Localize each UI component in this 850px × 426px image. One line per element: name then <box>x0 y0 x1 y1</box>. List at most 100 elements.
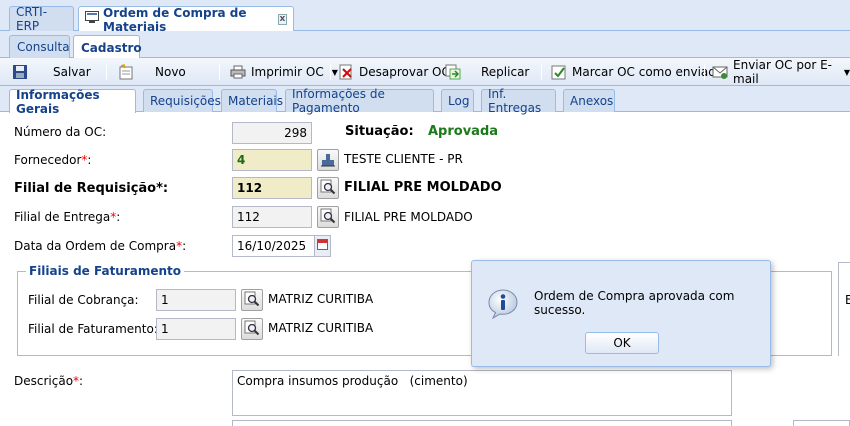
supplier-building-icon <box>320 151 336 170</box>
collection-branch-name: MATRIZ CURITIBA <box>268 292 374 306</box>
description-label: Descrição*: <box>14 374 83 388</box>
delivery-branch-code-field[interactable]: 112 <box>232 206 312 228</box>
toolbar-separator <box>330 64 331 80</box>
delivery-branch-lookup-button[interactable] <box>317 206 339 228</box>
tab-label: Anexos <box>570 94 614 108</box>
next-field-partial-right[interactable] <box>793 420 850 426</box>
window-tab-ordem-compra[interactable]: Ordem de Compra de Materiais x <box>78 5 294 34</box>
tab-log[interactable]: Log <box>441 89 474 112</box>
status-label: Situação: <box>345 124 414 139</box>
search-icon <box>244 291 260 310</box>
disapprove-oc-button[interactable]: Desaprovar OC <box>338 58 450 86</box>
delivery-branch-label: Filial de Entrega*: <box>14 210 120 224</box>
tab-label: Informações de Pagamento <box>292 87 385 115</box>
search-icon <box>320 208 336 227</box>
req-branch-label: Filial de Requisição*: <box>14 181 168 196</box>
replicate-button[interactable]: Replicar <box>445 58 529 86</box>
date-picker-button[interactable] <box>314 235 331 257</box>
save-label: Salvar <box>53 65 91 79</box>
tab-cadastro[interactable]: Cadastro <box>73 35 142 59</box>
tab-label: Consulta <box>17 40 70 54</box>
tab-informacoes-pagamento[interactable]: Informações de Pagamento <box>285 87 434 115</box>
tab-requisicoes[interactable]: Requisições <box>143 89 221 112</box>
cut-off-panel <box>838 262 850 356</box>
replicate-icon <box>445 64 461 80</box>
search-icon <box>320 179 336 198</box>
toolbar-separator <box>106 64 107 80</box>
mode-tab-bar: Consulta Cadastro <box>0 31 850 59</box>
supplier-label-text: Fornecedor <box>14 153 82 167</box>
collection-branch-label: Filial de Cobrança: <box>28 293 139 307</box>
mark-oc-sent-label: Marcar OC como enviada <box>572 65 724 79</box>
req-branch-lookup-button[interactable] <box>317 177 339 199</box>
oc-number-field[interactable]: 298 <box>232 122 312 144</box>
dropdown-arrow-icon[interactable]: ▼ <box>844 68 850 77</box>
toolbar-separator <box>219 64 220 80</box>
cut-off-label: E <box>845 293 850 307</box>
section-tab-bar: Informações Gerais Requisições Materiais… <box>0 86 850 116</box>
send-oc-email-label: Enviar OC por E-mail <box>733 58 832 86</box>
toolbar-separator <box>704 64 705 80</box>
description-label-text: Descrição <box>14 374 74 388</box>
supplier-name: TESTE CLIENTE - PR <box>344 152 463 166</box>
print-oc-label: Imprimir OC <box>251 65 324 79</box>
date-field[interactable]: 16/10/2025 <box>232 235 315 257</box>
supplier-code-field[interactable]: 4 <box>232 149 312 171</box>
billing-branches-group <box>17 271 472 356</box>
toolbar-separator <box>541 64 542 80</box>
next-field-partial[interactable] <box>232 420 732 426</box>
info-icon <box>487 288 519 320</box>
label-colon: : <box>79 374 84 388</box>
tab-label: Materiais <box>228 94 284 108</box>
window-tab-label: Ordem de Compra de Materiais <box>103 5 247 34</box>
req-branch-code-field[interactable]: 112 <box>232 177 312 199</box>
window-tab-bar: CRTI-ERP Ordem de Compra de Materiais x <box>0 0 850 34</box>
tab-label: Inf. Entregas <box>488 87 542 115</box>
search-icon <box>244 320 260 339</box>
mark-sent-icon <box>551 64 567 80</box>
collection-branch-code-field[interactable]: 1 <box>156 289 236 311</box>
window-tab-crti-erp[interactable]: CRTI-ERP <box>9 5 74 33</box>
new-label: Novo <box>155 65 186 79</box>
billing-branch-name: MATRIZ CURITIBA <box>268 321 374 335</box>
date-label: Data da Ordem de Compra*: <box>14 239 186 253</box>
new-button[interactable]: Novo <box>118 58 186 86</box>
mark-oc-sent-button[interactable]: Marcar OC como enviada <box>551 58 723 86</box>
billing-branch-code-field[interactable]: 1 <box>156 318 236 340</box>
close-tab-icon[interactable]: x <box>277 14 287 25</box>
email-icon <box>712 64 728 80</box>
delivery-branch-label-text: Filial de Entrega <box>14 210 111 224</box>
window-tab-label: CRTI-ERP <box>16 5 48 33</box>
tab-informacoes-gerais[interactable]: Informações Gerais <box>9 87 136 116</box>
collection-branch-lookup-button[interactable] <box>241 289 263 311</box>
send-oc-email-button[interactable]: Enviar OC por E-mail ▼ <box>712 58 850 86</box>
req-branch-name: FILIAL PRE MOLDADO <box>344 180 502 195</box>
supplier-label: Fornecedor*: <box>14 153 91 167</box>
tab-label: Informações Gerais <box>16 87 100 116</box>
billing-branch-lookup-button[interactable] <box>241 318 263 340</box>
tab-label: Requisições <box>150 94 221 108</box>
description-textarea[interactable]: Compra insumos produção (cimento) <box>232 370 732 416</box>
tab-materiais[interactable]: Materiais <box>221 89 283 112</box>
tab-anexos[interactable]: Anexos <box>563 89 615 112</box>
disapprove-oc-label: Desaprovar OC <box>359 65 450 79</box>
save-button[interactable]: Salvar <box>12 58 91 86</box>
new-document-icon <box>118 64 134 80</box>
replicate-label: Replicar <box>481 65 530 79</box>
print-oc-button[interactable]: Imprimir OC ▼ <box>230 58 338 86</box>
right-group-box <box>768 271 832 356</box>
tab-inf-entregas[interactable]: Inf. Entregas <box>481 87 556 115</box>
date-label-text: Data da Ordem de Compra <box>14 239 177 253</box>
oc-number-label: Número da OC: <box>14 125 107 139</box>
supplier-lookup-button[interactable] <box>317 149 339 171</box>
label-colon: : <box>182 239 187 253</box>
printer-icon <box>230 64 246 80</box>
tab-consulta[interactable]: Consulta <box>9 35 70 58</box>
dropdown-arrow-icon[interactable]: ▼ <box>332 68 338 77</box>
status-value: Aprovada <box>428 124 499 139</box>
label-colon: : <box>116 210 121 224</box>
disapprove-document-icon <box>338 64 354 80</box>
billing-group-title: Filiais de Faturamento <box>26 264 185 278</box>
ok-button[interactable]: OK <box>585 332 659 354</box>
delivery-branch-name: FILIAL PRE MOLDADO <box>344 210 473 224</box>
